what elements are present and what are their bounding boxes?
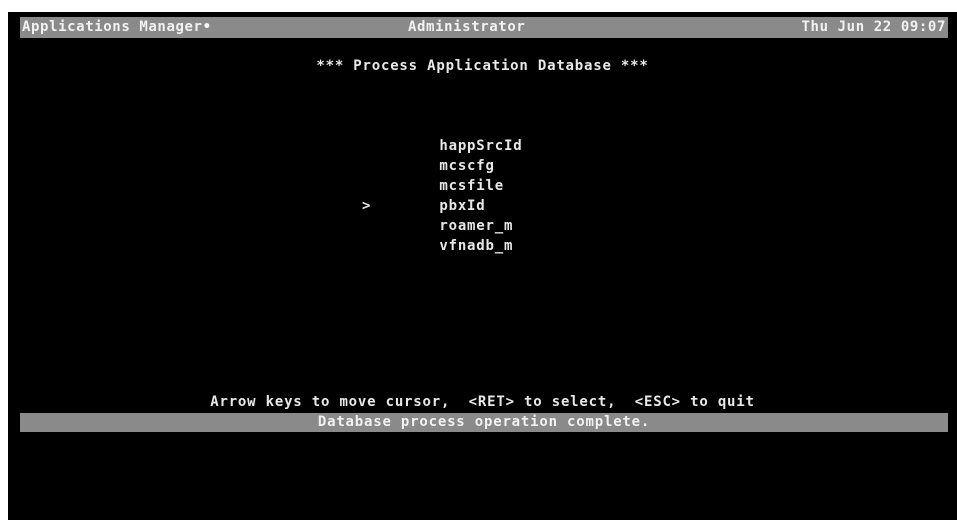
menu-item-happsrcid[interactable]: happSrcId bbox=[362, 96, 522, 154]
status-bar: Database process operation complete. bbox=[20, 413, 948, 432]
user-role: Administrator bbox=[408, 19, 526, 35]
menu-item-label: vfnadb_m bbox=[439, 238, 514, 254]
menu-item-pbxid[interactable]: pbxId bbox=[362, 156, 522, 214]
app-name: Applications Manager• bbox=[22, 19, 212, 35]
menu-item-mcscfg[interactable]: mcscfg bbox=[362, 116, 522, 174]
menu-item-mcsfile[interactable]: mcsfile bbox=[362, 136, 522, 194]
database-menu: happSrcId mcscfg mcsfile pbxId roamer_m … bbox=[362, 96, 522, 254]
cursor-indicator: > bbox=[362, 198, 372, 214]
date-time: Thu Jun 22 09:07 bbox=[801, 19, 946, 35]
menu-item-label: roamer_m bbox=[439, 218, 514, 234]
menu-item-roamer-m[interactable]: roamer_m bbox=[362, 176, 522, 234]
menu-item-vfnadb-m[interactable]: > vfnadb_m bbox=[362, 196, 522, 254]
page-title: *** Process Application Database *** bbox=[316, 58, 649, 74]
help-text: Arrow keys to move cursor, <RET> to sele… bbox=[210, 394, 755, 410]
title-bar: Applications Manager• Administrator Thu … bbox=[20, 17, 948, 38]
terminal-screen: Applications Manager• Administrator Thu … bbox=[8, 12, 957, 520]
